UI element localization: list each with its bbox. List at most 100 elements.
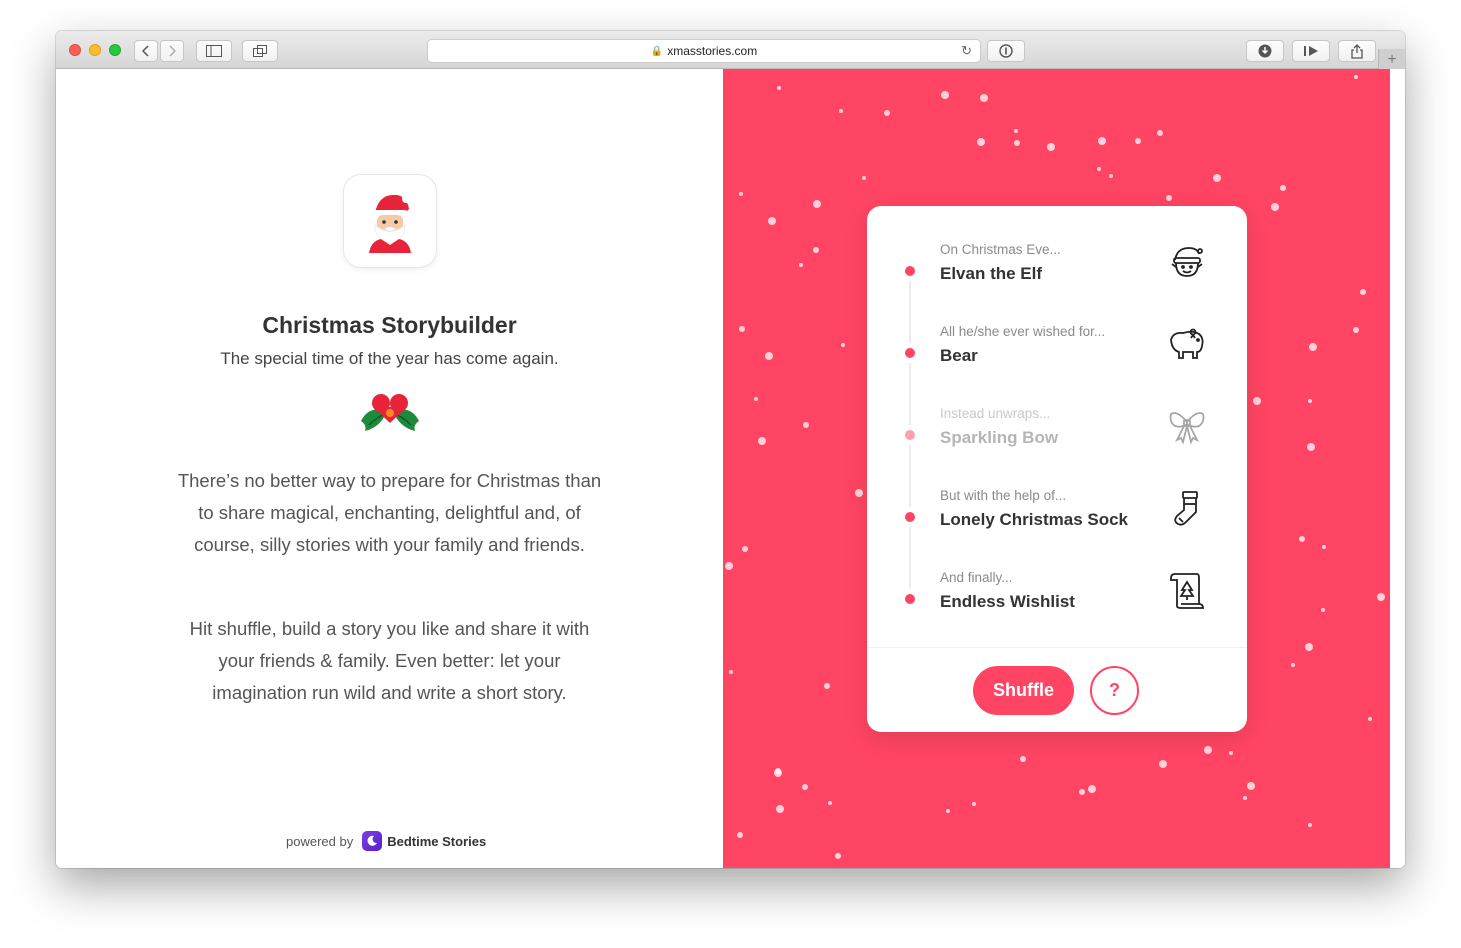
- timeline-dot: [905, 348, 915, 358]
- story-item-label: But with the help of...: [940, 488, 1067, 503]
- snowflake: [1354, 74, 1359, 79]
- page-subtitle: The special time of the year has come ag…: [220, 349, 559, 368]
- info-icon: [999, 44, 1013, 58]
- snowflake: [1166, 194, 1173, 201]
- snowflake: [754, 396, 759, 401]
- share-button[interactable]: [1338, 40, 1376, 62]
- browser-toolbar: 🔒 xmasstories.com ↻ +: [56, 31, 1405, 70]
- snowflake: [1213, 173, 1222, 182]
- story-item-ending[interactable]: And finally... Endless Wishlist: [867, 570, 1247, 640]
- browser-window: 🔒 xmasstories.com ↻ + Christmas Storybui…: [56, 31, 1405, 868]
- snowflake: [980, 94, 989, 103]
- intro-paragraph-1: There’s no better way to prepare for Chr…: [177, 470, 602, 555]
- snowflake: [1047, 143, 1056, 151]
- snowflake: [1203, 745, 1212, 754]
- brand-name: Bedtime Stories: [387, 833, 487, 849]
- timeline-dot: [905, 512, 915, 522]
- sock-icon: [1174, 491, 1198, 526]
- powered-by[interactable]: powered by Bedtime Stories: [286, 831, 486, 851]
- story-item-label: All he/she ever wished for...: [940, 324, 1106, 339]
- snowflake: [738, 326, 745, 333]
- snowflake: [765, 351, 774, 360]
- timeline-dot: [905, 266, 915, 276]
- intro-panel: Christmas Storybuilder The special time …: [56, 69, 723, 868]
- snowflake: [1019, 755, 1026, 762]
- snowflake: [768, 217, 777, 226]
- snowflake: [839, 108, 844, 113]
- snowflake: [835, 852, 842, 859]
- bow-icon: [1169, 412, 1205, 445]
- snowflake: [941, 90, 950, 99]
- window-edge: [1390, 69, 1405, 868]
- snowflake: [1279, 184, 1286, 191]
- snowflake: [1156, 129, 1163, 136]
- story-item-value: Elvan the Elf: [940, 264, 1043, 283]
- story-item-wish[interactable]: All he/she ever wished for... Bear: [867, 324, 1247, 394]
- forward-button[interactable]: [160, 40, 184, 62]
- snowflake: [1246, 781, 1255, 790]
- app-logo: [343, 174, 437, 268]
- story-item-gift[interactable]: Instead unwraps... Sparkling Bow: [867, 406, 1247, 476]
- story-item-label: On Christmas Eve...: [940, 242, 1061, 257]
- timeline-dot: [905, 594, 915, 604]
- snowflake: [1252, 396, 1261, 405]
- snowflake: [976, 138, 985, 147]
- santa-icon: [369, 194, 411, 253]
- sidebar-icon: [206, 45, 222, 57]
- snowflake: [1353, 327, 1360, 334]
- story-item-label: And finally...: [940, 570, 1013, 585]
- snowflake: [1298, 536, 1305, 543]
- story-item-value: Lonely Christmas Sock: [940, 510, 1129, 529]
- snowflake: [813, 199, 822, 208]
- close-window-button[interactable]: [69, 44, 81, 56]
- snowflake: [799, 262, 804, 267]
- intro-paragraph-2: Hit shuffle, build a story you like and …: [189, 618, 590, 703]
- snowflake: [861, 175, 866, 180]
- snowflake: [776, 85, 781, 90]
- story-item-value: Sparkling Bow: [940, 428, 1059, 447]
- snowflake: [1088, 784, 1097, 793]
- minimize-window-button[interactable]: [89, 44, 101, 56]
- snowflake: [1306, 443, 1315, 452]
- snowflake: [1098, 136, 1107, 145]
- help-button[interactable]: ?: [1090, 666, 1139, 715]
- snowflake: [1359, 288, 1366, 295]
- snowflake: [1271, 203, 1280, 212]
- elf-icon: [1171, 247, 1203, 277]
- address-bar[interactable]: 🔒 xmasstories.com ↻: [427, 39, 981, 63]
- snowflake: [739, 191, 744, 196]
- snowflake: [1109, 173, 1114, 178]
- scroll-icon: [1170, 573, 1204, 609]
- snowflake: [1305, 642, 1314, 651]
- tab-overview-button[interactable]: [242, 40, 278, 62]
- chevron-right-icon: [169, 45, 176, 57]
- snowflake: [855, 488, 864, 497]
- snowflake: [945, 808, 950, 813]
- downloads-button[interactable]: [1246, 40, 1284, 62]
- address-text: xmasstories.com: [667, 44, 758, 58]
- card-divider: [867, 647, 1247, 648]
- zoom-window-button[interactable]: [109, 44, 121, 56]
- reload-icon[interactable]: ↻: [961, 43, 972, 59]
- snowflake: [1079, 789, 1086, 796]
- snowflake: [737, 831, 744, 838]
- story-item-helper[interactable]: But with the help of... Lonely Christmas…: [867, 488, 1247, 558]
- snowflake: [840, 342, 845, 347]
- snowflake: [1228, 751, 1233, 756]
- sidebar-button[interactable]: [196, 40, 232, 62]
- snowflake: [824, 683, 831, 690]
- snowflake: [1290, 663, 1295, 668]
- snowflake: [1158, 760, 1167, 769]
- story-item-character[interactable]: On Christmas Eve... Elvan the Elf: [867, 242, 1247, 312]
- snowflake: [1014, 140, 1021, 147]
- media-button[interactable]: [1292, 40, 1330, 62]
- snowflake: [828, 800, 833, 805]
- story-panel: On Christmas Eve... Elvan the Elf All he…: [723, 69, 1390, 868]
- snowflake: [728, 670, 733, 675]
- reader-button[interactable]: [987, 40, 1025, 62]
- back-button[interactable]: [134, 40, 158, 62]
- shuffle-button[interactable]: Shuffle: [973, 666, 1074, 715]
- snowflake: [972, 802, 977, 807]
- tabs-icon: [253, 45, 267, 57]
- new-tab-button[interactable]: +: [1378, 49, 1405, 70]
